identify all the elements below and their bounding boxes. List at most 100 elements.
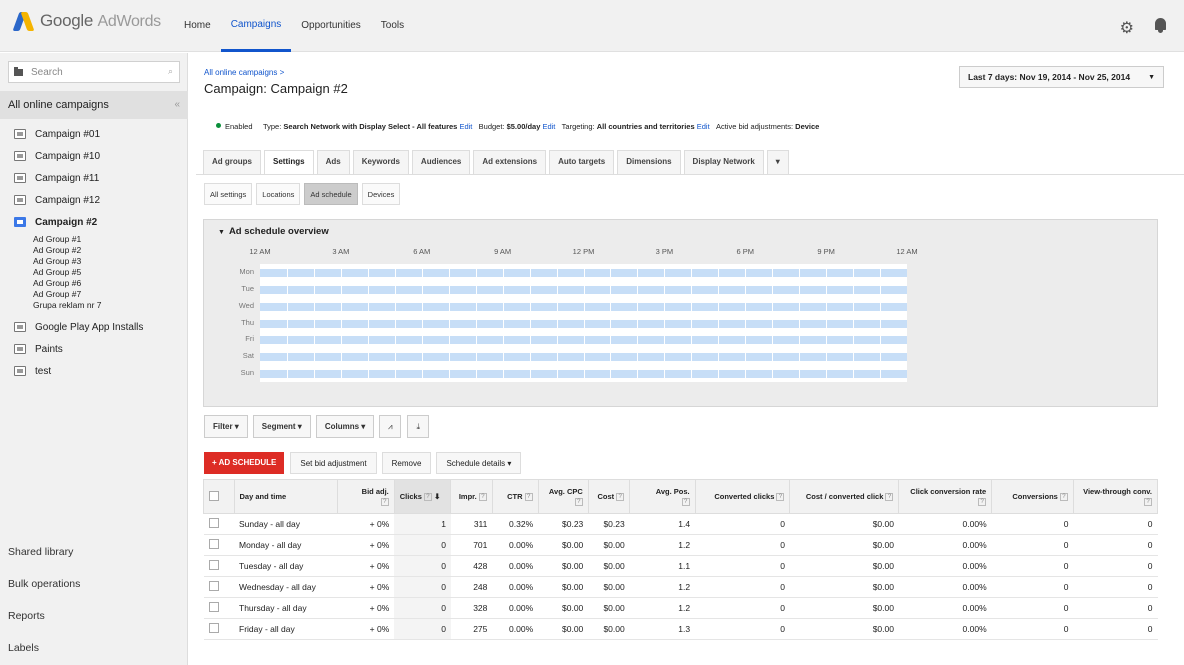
help-icon[interactable]: ? — [574, 497, 583, 506]
day-and-time-cell[interactable]: Thursday - all day — [234, 597, 338, 619]
help-icon[interactable]: ? — [423, 493, 432, 501]
day-and-time-cell[interactable]: Sunday - all day — [234, 513, 338, 535]
edit-budget-link[interactable]: Edit — [542, 122, 555, 131]
sidebar-ad-group[interactable]: Ad Group #5 — [33, 267, 188, 278]
table-row[interactable]: Thursday - all day + 0% 0 328 0.00% $0.00 $0.0… — [203, 597, 1158, 619]
sidebar-ad-group[interactable]: Ad Group #3 — [33, 256, 188, 267]
all-online-campaigns[interactable]: All online campaigns « — [0, 91, 188, 119]
sidebar-campaign-2[interactable]: Campaign #2 — [0, 211, 188, 233]
help-icon[interactable]: ? — [978, 497, 987, 506]
ad-schedule-overview-toggle[interactable]: ▼ Ad schedule overview — [218, 226, 329, 237]
tab-ad-extensions[interactable]: Ad extensions — [473, 150, 547, 174]
select-all-checkbox[interactable] — [209, 490, 219, 501]
sidebar-ad-group[interactable]: Ad Group #1 — [33, 234, 188, 245]
tab-auto-targets[interactable]: Auto targets — [549, 150, 615, 174]
tab-more-dropdown[interactable]: ▾ — [766, 150, 789, 174]
table-row[interactable]: Friday - all day + 0% 0 275 0.00% $0.00 $0.00 1… — [203, 618, 1158, 640]
add-ad-schedule-button[interactable]: + AD SCHEDULE — [204, 452, 285, 474]
edit-type-link[interactable]: Edit — [459, 122, 472, 131]
row-checkbox[interactable] — [208, 560, 219, 570]
adwords-logo[interactable]: Google AdWords — [12, 11, 161, 31]
sidebar-ad-group[interactable]: Grupa reklam nr 7 — [33, 300, 188, 311]
download-icon[interactable]: ⤓ — [407, 415, 430, 438]
sidebar-campaign-01[interactable]: Campaign #01 — [0, 123, 188, 145]
reports-link[interactable]: Reports — [0, 600, 188, 632]
col-cost[interactable]: Cost ? — [587, 479, 631, 514]
row-checkbox[interactable] — [208, 518, 219, 528]
help-icon[interactable]: ? — [1059, 493, 1068, 501]
help-icon[interactable]: ? — [776, 493, 785, 501]
shared-library-link[interactable]: Shared library — [0, 536, 188, 568]
col-clicks[interactable]: Clicks ? ⬇ — [393, 479, 452, 514]
sidebar-ad-group[interactable]: Ad Group #6 — [33, 278, 188, 289]
help-icon[interactable]: ? — [885, 493, 894, 501]
sidebar-campaign-11[interactable]: Campaign #11 — [0, 167, 188, 189]
day-and-time-cell[interactable]: Monday - all day — [234, 534, 338, 556]
help-icon[interactable]: ? — [681, 497, 690, 506]
help-icon[interactable]: ? — [380, 497, 389, 506]
segment-button[interactable]: Segment ▾ — [252, 415, 311, 438]
day-and-time-cell[interactable]: Friday - all day — [234, 618, 338, 640]
notification-bell-icon[interactable] — [1154, 18, 1167, 34]
col-click-conversion-rate[interactable]: Click conversion rate ? — [898, 479, 993, 514]
day-and-time-cell[interactable]: Tuesday - all day — [234, 555, 338, 577]
sidebar-ad-group[interactable]: Ad Group #2 — [33, 245, 188, 256]
remove-button[interactable]: Remove — [381, 452, 432, 474]
row-checkbox[interactable] — [208, 581, 219, 591]
tab-ads[interactable]: Ads — [316, 150, 350, 174]
nav-campaigns[interactable]: Campaigns — [220, 0, 292, 52]
subtab-ad-schedule[interactable]: Ad schedule — [304, 183, 358, 205]
set-bid-adjustment-button[interactable]: Set bid adjustment — [290, 452, 377, 474]
subtab-devices[interactable]: Devices — [361, 183, 401, 205]
row-checkbox[interactable] — [208, 539, 219, 549]
settings-gear-icon[interactable]: ⚙ — [1120, 18, 1134, 38]
tab-keywords[interactable]: Keywords — [352, 150, 409, 174]
col-avg-cpc[interactable]: Avg. CPC? — [537, 479, 589, 514]
col-converted-clicks[interactable]: Converted clicks ? — [694, 479, 791, 514]
search-input[interactable]: Search — [31, 67, 63, 78]
help-icon[interactable]: ? — [478, 493, 487, 501]
date-range-picker[interactable]: Last 7 days: Nov 19, 2014 - Nov 25, 2014… — [959, 66, 1164, 88]
sidebar-search[interactable]: Search ⌕ — [8, 61, 180, 83]
nav-tools[interactable]: Tools — [371, 0, 414, 52]
col-conversions[interactable]: Conversions ? — [991, 479, 1074, 514]
breadcrumb[interactable]: All online campaigns > — [204, 68, 284, 77]
tab-dimensions[interactable]: Dimensions — [617, 150, 681, 174]
collapse-sidebar-icon[interactable]: « — [174, 91, 180, 119]
chart-icon[interactable]: ⩘ — [379, 415, 402, 438]
row-checkbox[interactable] — [208, 623, 219, 633]
edit-targeting-link[interactable]: Edit — [697, 122, 710, 131]
col-impr[interactable]: Impr. ? — [450, 479, 493, 514]
day-and-time-cell[interactable]: Wednesday - all day — [234, 576, 338, 598]
col-ctr[interactable]: CTR ? — [491, 479, 539, 514]
columns-button[interactable]: Columns ▾ — [315, 415, 375, 438]
col-avg-pos[interactable]: Avg. Pos.? — [629, 479, 696, 514]
nav-opportunities[interactable]: Opportunities — [291, 0, 370, 52]
tab-audiences[interactable]: Audiences — [411, 150, 471, 174]
subtab-locations[interactable]: Locations — [256, 183, 301, 205]
status-state[interactable]: Enabled — [225, 122, 253, 131]
table-row[interactable]: Wednesday - all day + 0% 0 248 0.00% $0.00 $0.… — [203, 576, 1158, 598]
col-view-through-conv[interactable]: View-through conv. ? — [1072, 479, 1159, 514]
bulk-operations-link[interactable]: Bulk operations — [0, 568, 188, 600]
schedule-details-button[interactable]: Schedule details ▾ — [436, 452, 522, 474]
tab-ad-groups[interactable]: Ad groups — [203, 150, 261, 174]
nav-home[interactable]: Home — [174, 0, 221, 52]
help-icon[interactable]: ? — [1144, 497, 1152, 506]
col-day-and-time[interactable]: Day and time — [233, 479, 339, 514]
sidebar-campaign-10[interactable]: Campaign #10 — [0, 145, 188, 167]
help-icon[interactable]: ? — [616, 493, 625, 501]
tab-display-network[interactable]: Display Network — [683, 150, 764, 174]
col-cost-per-converted-click[interactable]: Cost / converted click ? — [789, 479, 900, 514]
search-icon[interactable]: ⌕ — [168, 66, 173, 77]
labels-link[interactable]: Labels — [0, 632, 188, 664]
table-row[interactable]: Sunday - all day + 0% 1 311 0.32% $0.23 $0.23 1… — [203, 513, 1158, 535]
col-bid-adj[interactable]: Bid adj.? — [337, 479, 395, 514]
sidebar-campaign-paints[interactable]: Paints — [0, 338, 188, 360]
sidebar-ad-group[interactable]: Ad Group #7 — [33, 289, 188, 300]
subtab-all-settings[interactable]: All settings — [204, 183, 253, 205]
sidebar-campaign-test[interactable]: test — [0, 360, 188, 382]
help-icon[interactable]: ? — [524, 493, 533, 501]
tab-settings[interactable]: Settings — [264, 150, 314, 175]
table-row[interactable]: Monday - all day + 0% 0 701 0.00% $0.00 $0.00 1… — [203, 534, 1158, 556]
